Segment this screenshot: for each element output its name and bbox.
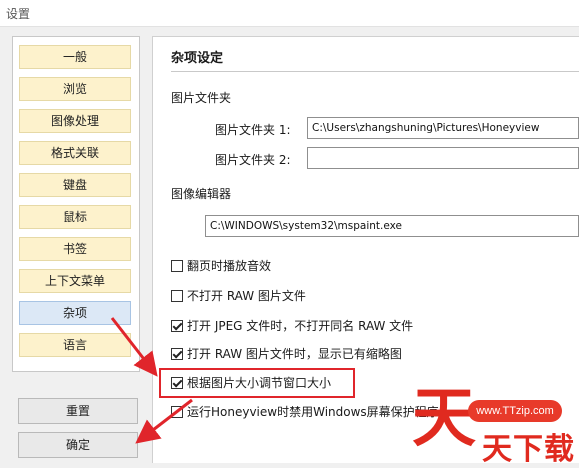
option-label: 翻页时播放音效	[187, 259, 272, 273]
picture-folder-2-label: 图片文件夹 2:	[215, 153, 291, 167]
image-editor-path-field[interactable]: C:\WINDOWS\system32\mspaint.exe	[205, 215, 579, 237]
reset-button[interactable]: 重置	[18, 398, 138, 424]
option-page-turn-sound[interactable]: 翻页时播放音效	[171, 257, 271, 275]
picture-folder-2-field[interactable]	[307, 147, 579, 169]
window-titlebar: 设置	[0, 0, 579, 27]
sidebar-item-misc[interactable]: 杂项	[19, 301, 131, 325]
sidebar-item-language[interactable]: 语言	[19, 333, 131, 357]
image-editor-section-label: 图像编辑器	[171, 187, 232, 201]
window-title: 设置	[6, 7, 31, 21]
option-disable-screensaver[interactable]: 运行Honeyview时禁用Windows屏幕保护程序	[171, 403, 439, 421]
checkbox-checked-icon[interactable]	[171, 319, 183, 332]
sidebar-item-mouse[interactable]: 鼠标	[19, 205, 131, 229]
title-divider	[171, 71, 579, 72]
picture-folder-section-label: 图片文件夹	[171, 91, 232, 105]
option-jpeg-skip-raw[interactable]: 打开 JPEG 文件时，不打开同名 RAW 文件	[171, 317, 413, 335]
category-sidebar: 一般 浏览 图像处理 格式关联 键盘 鼠标 书签 上下文菜单 杂项 语言	[12, 36, 140, 372]
option-label: 不打开 RAW 图片文件	[187, 289, 306, 303]
sidebar-item-browse[interactable]: 浏览	[19, 77, 131, 101]
sidebar-item-context-menu[interactable]: 上下文菜单	[19, 269, 131, 293]
page-title: 杂项设定	[171, 51, 224, 66]
option-label: 打开 JPEG 文件时，不打开同名 RAW 文件	[187, 319, 414, 333]
option-label: 运行Honeyview时禁用Windows屏幕保护程序	[187, 405, 439, 419]
watermark-text: 天下载	[482, 432, 575, 467]
annotation-highlight-box	[159, 368, 355, 398]
ok-button[interactable]: 确定	[18, 432, 138, 458]
option-raw-show-thumbnail[interactable]: 打开 RAW 图片文件时，显示已有缩略图	[171, 345, 402, 363]
watermark-url: www.TTzip.com	[468, 400, 562, 422]
sidebar-item-image-processing[interactable]: 图像处理	[19, 109, 131, 133]
checkbox-checked-icon[interactable]	[171, 347, 183, 360]
picture-folder-1-field[interactable]: C:\Users\zhangshuning\Pictures\Honeyview	[307, 117, 579, 139]
sidebar-item-keyboard[interactable]: 键盘	[19, 173, 131, 197]
sidebar-item-bookmarks[interactable]: 书签	[19, 237, 131, 261]
picture-folder-1-label: 图片文件夹 1:	[215, 123, 291, 137]
watermark-logo-char: 天	[412, 382, 476, 456]
sidebar-item-file-association[interactable]: 格式关联	[19, 141, 131, 165]
checkbox-icon[interactable]	[171, 259, 183, 272]
checkbox-icon[interactable]	[171, 405, 183, 418]
sidebar-item-general[interactable]: 一般	[19, 45, 131, 69]
site-watermark: 天 www.TTzip.com 天下载	[412, 382, 579, 467]
option-no-open-raw[interactable]: 不打开 RAW 图片文件	[171, 287, 306, 305]
checkbox-icon[interactable]	[171, 289, 183, 302]
option-label: 打开 RAW 图片文件时，显示已有缩略图	[187, 347, 402, 361]
